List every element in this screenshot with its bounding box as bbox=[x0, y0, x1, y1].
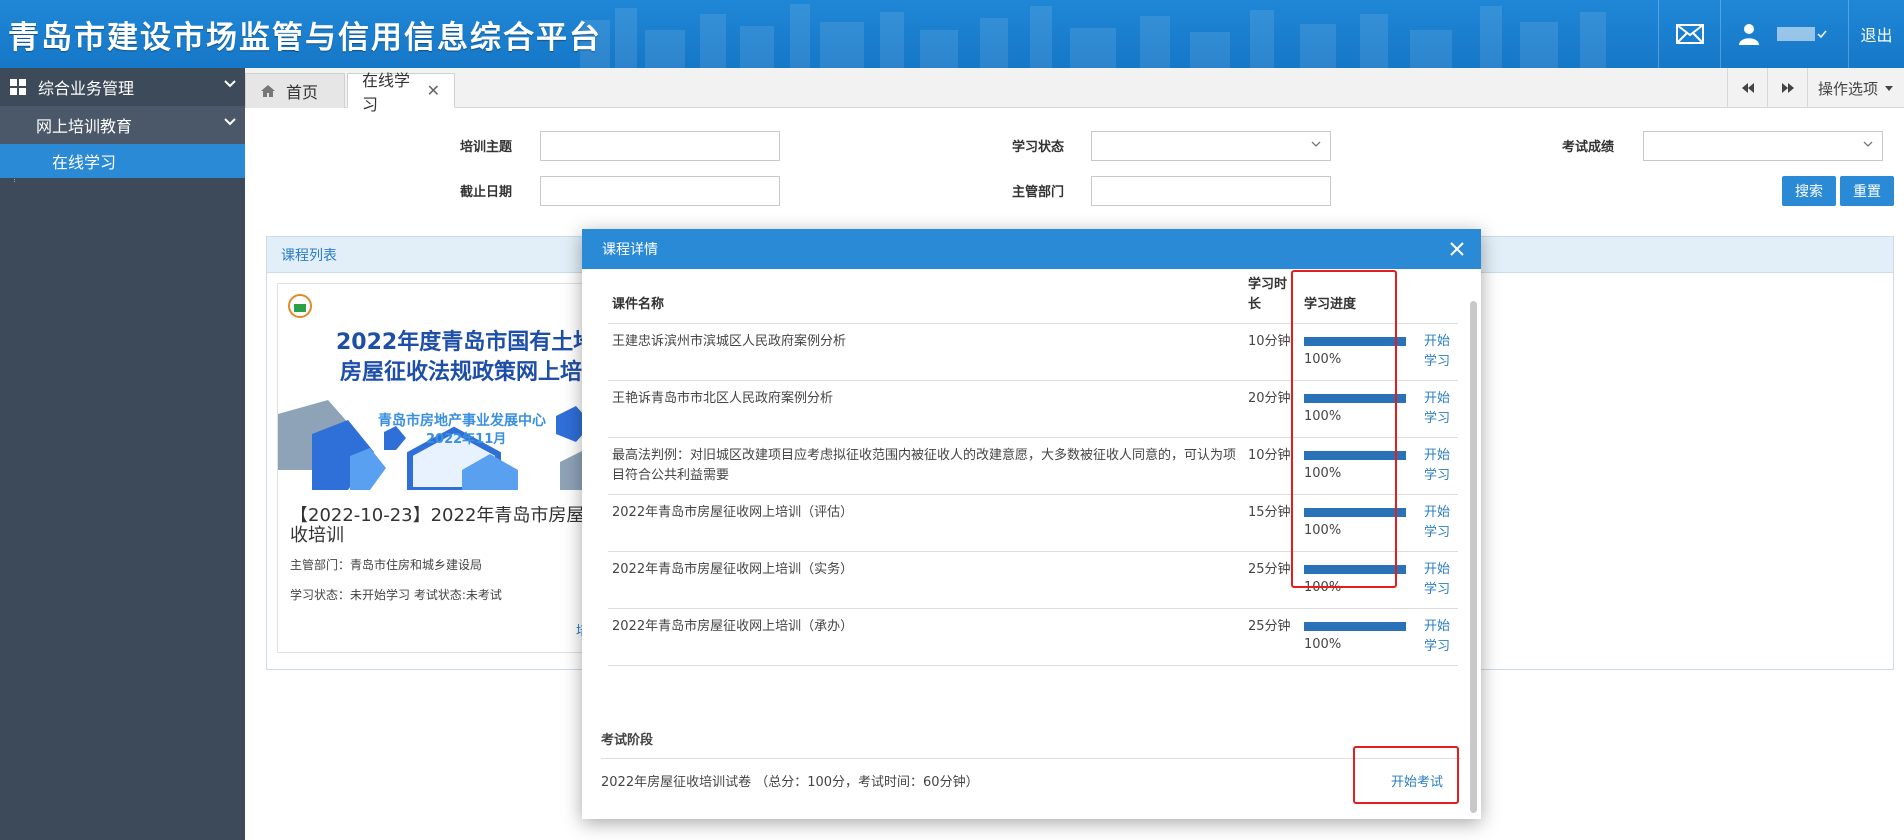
chevron-down-icon bbox=[224, 80, 236, 88]
course-banner: 2022年度青岛市国有土地上 房屋征收法规政策网上培训 青岛市房地产事业发展中心… bbox=[278, 284, 608, 490]
dept-input[interactable] bbox=[1091, 176, 1331, 206]
start-learning-link[interactable]: 开始学习 bbox=[1424, 619, 1450, 654]
courseware-action: 开始学习 bbox=[1420, 323, 1458, 381]
table-row: 2022年青岛市房屋征收网上培训（承办） 25分钟 100% 开始学习 bbox=[608, 608, 1458, 666]
tab-bar: 首页 在线学习 ✕ 操作选项 bbox=[245, 68, 1904, 114]
column-header: 课件名称 bbox=[608, 271, 1244, 324]
courseware-action: 开始学习 bbox=[1420, 608, 1458, 666]
start-learning-link[interactable]: 开始学习 bbox=[1424, 505, 1450, 540]
sidebar-item-online-learning[interactable]: 在线学习 bbox=[0, 144, 245, 178]
grid-icon bbox=[10, 79, 26, 95]
exam-text: 2022年房屋征收培训试卷 （总分：100分，考试时间：60分钟） bbox=[601, 775, 979, 790]
sidebar-item-label: 网上培训教育 bbox=[36, 117, 133, 136]
courseware-name: 2022年青岛市房屋征收网上培训（实务） bbox=[608, 551, 1244, 609]
app-title: 青岛市建设市场监管与信用信息综合平台 bbox=[8, 20, 602, 56]
user-icon bbox=[1739, 24, 1759, 45]
modal-header: 课程详情 bbox=[582, 229, 1481, 269]
course-title[interactable]: 【2022-10-23】2022年青岛市房屋征收培训 bbox=[290, 506, 620, 546]
exam-section-title: 考试阶段 bbox=[601, 733, 654, 748]
course-detail-modal: 课程详情 课件名称 学习时长 学习进度 王建忠诉滨州市滨城区人民政府案例分析 1… bbox=[582, 229, 1481, 819]
close-icon[interactable] bbox=[1445, 237, 1469, 261]
user-menu[interactable] bbox=[1720, 0, 1848, 68]
mail-icon bbox=[1675, 24, 1704, 44]
courseware-duration: 25分钟 bbox=[1244, 608, 1300, 666]
sidebar-item-business[interactable]: 综合业务管理 bbox=[0, 68, 245, 106]
options-label: 操作选项 bbox=[1817, 79, 1878, 98]
double-left-icon bbox=[1741, 83, 1754, 93]
tab-home[interactable]: 首页 bbox=[245, 73, 345, 108]
home-icon bbox=[261, 85, 275, 97]
caret-down-icon bbox=[1885, 86, 1893, 91]
chevron-down-icon bbox=[1311, 141, 1321, 147]
exam-row: 2022年房屋征收培训试卷 （总分：100分，考试时间：60分钟） 开始考试 bbox=[601, 758, 1461, 802]
topic-input[interactable] bbox=[540, 131, 780, 161]
reset-button[interactable]: 重置 bbox=[1840, 176, 1894, 206]
start-learning-link[interactable]: 开始学习 bbox=[1424, 391, 1450, 426]
double-right-icon bbox=[1781, 83, 1794, 93]
progress-highlight-box bbox=[1291, 270, 1397, 588]
modal-body: 课件名称 学习时长 学习进度 王建忠诉滨州市滨城区人民政府案例分析 10分钟 1… bbox=[582, 269, 1481, 819]
tab-online-learning[interactable]: 在线学习 ✕ bbox=[347, 71, 455, 114]
deadline-input[interactable] bbox=[540, 176, 780, 206]
close-icon[interactable]: ✕ bbox=[427, 81, 440, 100]
courseware-action: 开始学习 bbox=[1420, 437, 1458, 495]
scroll-right-button[interactable] bbox=[1767, 68, 1807, 108]
start-learning-link[interactable]: 开始学习 bbox=[1424, 562, 1450, 597]
courseware-action: 开始学习 bbox=[1420, 551, 1458, 609]
deadline-label: 截止日期 bbox=[460, 185, 513, 200]
column-header-action bbox=[1420, 271, 1458, 324]
sidebar-item-label: 综合业务管理 bbox=[38, 79, 135, 98]
courseware-name: 2022年青岛市房屋征收网上培训（承办） bbox=[608, 608, 1244, 666]
courseware-action: 开始学习 bbox=[1420, 380, 1458, 438]
search-button[interactable]: 搜索 bbox=[1782, 176, 1836, 206]
courseware-name: 最高法判例：对旧城区改建项目应考虑拟征收范围内被征收人的改建意愿，大多数被征收人… bbox=[608, 437, 1244, 495]
chevron-down-icon bbox=[1863, 141, 1873, 147]
mail-button[interactable] bbox=[1658, 0, 1720, 68]
options-menu-button[interactable]: 操作选项 bbox=[1807, 68, 1904, 108]
tab-label: 在线学习 bbox=[362, 70, 411, 114]
chevron-down-icon bbox=[224, 118, 236, 126]
courseware-action: 开始学习 bbox=[1420, 494, 1458, 552]
scroll-left-button[interactable] bbox=[1727, 68, 1767, 108]
course-dept: 主管部门：青岛市住房和城乡建设局 bbox=[290, 558, 483, 572]
start-learning-link[interactable]: 开始学习 bbox=[1424, 334, 1450, 369]
logout-button[interactable]: 退出 bbox=[1848, 0, 1904, 68]
tab-label: 首页 bbox=[286, 83, 319, 102]
courseware-progress: 100% bbox=[1300, 608, 1420, 666]
progress-bar bbox=[1304, 622, 1406, 631]
check-icon bbox=[1817, 30, 1827, 39]
modal-scrollbar[interactable] bbox=[1470, 301, 1477, 813]
progress-fill bbox=[1304, 622, 1406, 631]
dept-label: 主管部门 bbox=[1012, 185, 1065, 200]
sidebar-item-label: 在线学习 bbox=[52, 153, 117, 172]
courseware-name: 王艳诉青岛市市北区人民政府案例分析 bbox=[608, 380, 1244, 438]
banner-title-line2: 房屋征收法规政策网上培训 bbox=[340, 360, 605, 385]
banner-year: 2022年11月 bbox=[426, 432, 507, 447]
score-select[interactable] bbox=[1643, 131, 1883, 161]
exam-highlight-box bbox=[1353, 746, 1459, 804]
course-status: 学习状态：未开始学习 考试状态:未考试 bbox=[290, 588, 502, 602]
sidebar-item-training[interactable]: 网上培训教育 bbox=[0, 106, 245, 144]
banner-title-line1: 2022年度青岛市国有土地上 bbox=[336, 330, 608, 355]
topic-label: 培训主题 bbox=[460, 140, 513, 155]
progress-text: 100% bbox=[1304, 637, 1342, 652]
courseware-name: 2022年青岛市房屋征收网上培训（评估） bbox=[608, 494, 1244, 552]
start-learning-link[interactable]: 开始学习 bbox=[1424, 448, 1450, 483]
courseware-name: 王建忠诉滨州市滨城区人民政府案例分析 bbox=[608, 323, 1244, 381]
status-select[interactable] bbox=[1091, 131, 1331, 161]
app-header: 青岛市建设市场监管与信用信息综合平台 退出 bbox=[0, 0, 1904, 68]
score-label: 考试成绩 bbox=[1562, 140, 1615, 155]
user-name-redacted bbox=[1777, 27, 1815, 41]
banner-graphic bbox=[278, 294, 608, 490]
sidebar: 综合业务管理 网上培训教育 在线学习 bbox=[0, 68, 245, 840]
banner-org: 青岛市房地产事业发展中心 bbox=[378, 413, 546, 429]
modal-title: 课程详情 bbox=[602, 242, 658, 258]
status-label: 学习状态 bbox=[1012, 140, 1065, 155]
